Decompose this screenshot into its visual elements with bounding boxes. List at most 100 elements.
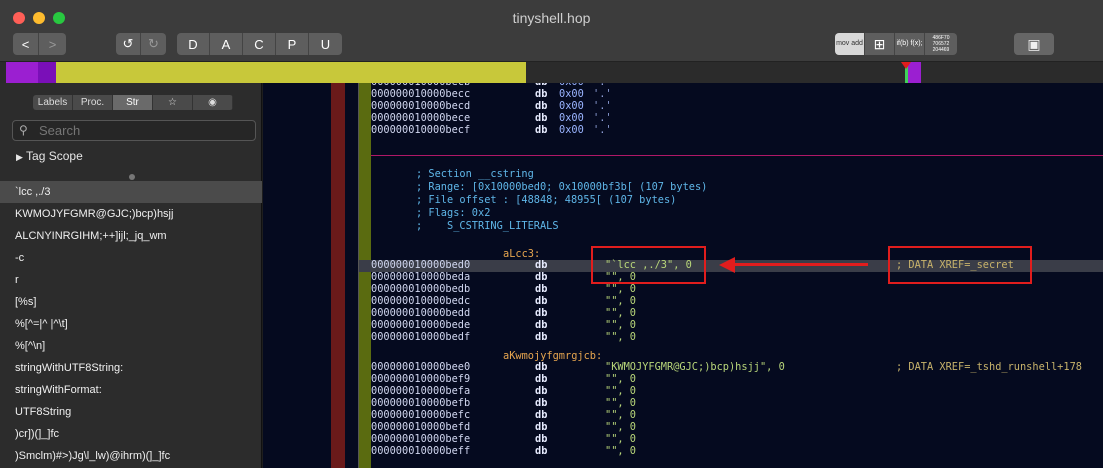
table-row[interactable]: 000000010000becc db 0x00 '.' — [371, 88, 612, 100]
mode-button-c[interactable]: C — [243, 33, 276, 55]
table-row[interactable]: 000000010000bedc db "", 0 — [371, 295, 636, 307]
nav-segment-code — [6, 62, 38, 83]
row-arg: "", 0 — [605, 307, 636, 319]
redo-button[interactable]: ↻ — [141, 33, 166, 55]
row-address: 000000010000befc — [371, 409, 471, 421]
row-address: 000000010000bed0 — [371, 259, 471, 271]
forward-button[interactable]: > — [39, 33, 66, 55]
table-row[interactable]: 000000010000becd db 0x00 '.' — [371, 101, 612, 112]
row-address: 000000010000becc — [371, 88, 471, 100]
table-row[interactable]: 000000010000becbdb0x00'.' — [371, 83, 612, 88]
list-item[interactable]: )Smclm)#>)Jg\l_lw)@ihrm)(]_]fc — [0, 445, 262, 467]
table-row[interactable]: 000000010000beff db "", 0 — [371, 446, 636, 457]
table-row[interactable]: 000000010000befe db "", 0 — [371, 434, 636, 445]
nav-segment-proc — [38, 62, 56, 83]
table-row[interactable]: 000000010000befa db "", 0 — [371, 386, 636, 397]
row-address: 000000010000bedb — [371, 283, 471, 295]
hex-view-button[interactable]: 486F70 706572 204469 — [925, 33, 957, 55]
tag-scope-label: Tag Scope — [26, 149, 83, 163]
table-row[interactable]: 000000010000bedd db "", 0 — [371, 307, 636, 319]
mode-button-a[interactable]: A — [210, 33, 243, 55]
list-item[interactable]: -c — [0, 247, 262, 269]
table-row[interactable]: 000000010000befc db "", 0 — [371, 409, 636, 421]
nav-segment-data — [56, 62, 526, 83]
disassembly-view[interactable]: 000000010000becbdb0x00'.'000000010000bec… — [263, 83, 1103, 468]
undo-button[interactable]: ↺ — [116, 33, 141, 55]
nav-position-arrow-icon — [901, 62, 911, 69]
list-item[interactable]: UTF8String — [0, 401, 262, 423]
list-item[interactable]: stringWithFormat: — [0, 379, 262, 401]
row-arg: "KWMOJYFGMR@GJC;)bcp)hsjj", 0 — [605, 361, 785, 373]
annotation-arrow-line — [733, 263, 868, 266]
list-item[interactable]: [%s] — [0, 291, 262, 313]
row-comment: '.' — [593, 124, 612, 136]
row-address: 000000010000becf — [371, 124, 471, 136]
tab-strings[interactable]: Str — [113, 95, 153, 110]
label-akwmojyfgmrgjcb[interactable]: aKwmojyfgmrgjcb: — [503, 351, 602, 362]
back-button[interactable]: < — [13, 33, 39, 55]
split-handle[interactable] — [129, 174, 135, 180]
table-row[interactable]: 000000010000bedf db "", 0 — [371, 331, 636, 343]
list-item[interactable]: r — [0, 269, 262, 291]
row-address: 000000010000bedf — [371, 331, 471, 343]
search-icon: ⚲ — [19, 123, 28, 137]
row-op: db — [535, 112, 548, 124]
mode-button-d[interactable]: D — [177, 33, 210, 55]
table-row[interactable]: 000000010000befd db "", 0 — [371, 422, 636, 433]
row-arg: "", 0 — [605, 295, 636, 307]
row-op: db — [535, 445, 548, 457]
mode-button-p[interactable]: P — [276, 33, 309, 55]
tab-labels[interactable]: Labels — [33, 95, 73, 110]
row-op: db — [535, 421, 548, 433]
tab-procedures[interactable]: Proc. — [73, 95, 113, 110]
row-arg: 0x00 — [559, 83, 584, 88]
graph-view-icon[interactable]: ⊞ — [865, 33, 895, 55]
mode-button-u[interactable]: U — [309, 33, 342, 55]
row-arg: "", 0 — [605, 433, 636, 445]
row-op: db — [535, 307, 548, 319]
table-row[interactable]: 000000010000bece db 0x00 '.' — [371, 113, 612, 124]
table-row[interactable]: 000000010000bef9 db "", 0 — [371, 374, 636, 385]
table-row[interactable]: 000000010000bed0 db "`lcc ,./3", 0; DATA X… — [371, 259, 1014, 271]
row-xref[interactable]: ; DATA XREF=_tshd_runshell+178 — [896, 362, 1082, 373]
row-op: db — [535, 373, 548, 385]
row-op: db — [535, 271, 548, 283]
tab-bookmarks[interactable]: ☆ — [153, 95, 193, 110]
list-item[interactable]: `lcc ,./3 — [0, 181, 262, 203]
tag-scope-disclosure[interactable]: ▶ Tag Scope — [16, 149, 83, 163]
gutter-section-column — [359, 83, 371, 468]
list-item[interactable]: stringWithUTF8String: — [0, 357, 262, 379]
search-input[interactable] — [39, 122, 249, 139]
cpu-icon[interactable]: ▣ — [1014, 33, 1054, 55]
row-arg: "", 0 — [605, 421, 636, 433]
pseudocode-view-button[interactable]: if(b) f(x); — [895, 33, 925, 55]
table-row[interactable]: 000000010000bede db "", 0 — [371, 320, 636, 331]
section-comment-line: ; Flags: 0x2 — [416, 207, 491, 219]
table-row[interactable]: 000000010000befb db "", 0 — [371, 397, 636, 409]
tab-tags[interactable]: ◉ — [193, 95, 233, 110]
row-op: db — [535, 83, 547, 88]
list-item[interactable]: )cr])(]_]fc — [0, 423, 262, 445]
list-item[interactable]: KWMOJYFGMR@GJC;)bcp)hsjj — [0, 203, 262, 225]
table-row[interactable]: 000000010000bedb db "", 0 — [371, 283, 636, 295]
table-row[interactable]: 000000010000becf db 0x00 '.' — [371, 124, 612, 136]
table-row[interactable]: 000000010000bee0 db "KWMOJYFGMR@GJC;)bcp)h… — [371, 362, 1082, 373]
asm-view-button[interactable]: mov add — [835, 33, 865, 55]
search-field[interactable]: ⚲ — [12, 120, 256, 141]
navigation-bar[interactable] — [0, 62, 1103, 83]
row-arg: 0x00 — [559, 112, 584, 124]
list-item[interactable]: %[^\n] — [0, 335, 262, 357]
list-item[interactable]: %[^=|^ |^\t] — [0, 313, 262, 335]
list-item[interactable]: ALCNYINRGIHM;++]ijl;_jq_wm — [0, 225, 262, 247]
nav-buttons: < > — [13, 33, 66, 55]
row-address: 000000010000befb — [371, 397, 471, 409]
row-address: 000000010000beda — [371, 271, 471, 283]
row-address: 000000010000bedc — [371, 295, 471, 307]
row-arg: "", 0 — [605, 445, 636, 457]
row-arg: "", 0 — [605, 409, 636, 421]
table-row[interactable]: 000000010000beda db "", 0 — [371, 271, 636, 283]
row-address: 000000010000bedd — [371, 307, 471, 319]
row-op: db — [535, 409, 548, 421]
label-alcc3[interactable]: aLcc3: — [503, 249, 540, 260]
row-arg: "", 0 — [605, 319, 636, 331]
